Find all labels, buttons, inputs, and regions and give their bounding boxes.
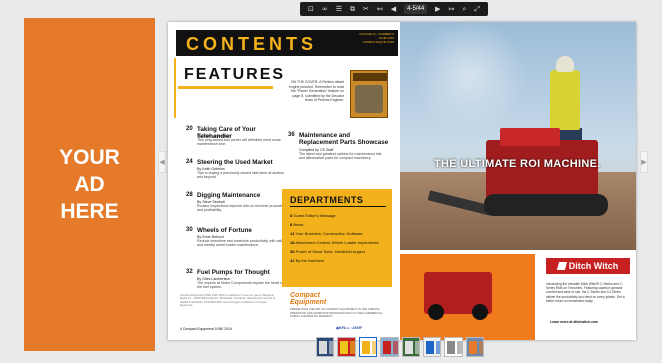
side-article-title: Maintenance and Replacement Parts Showca…	[299, 132, 389, 146]
feature-page-number: 24	[186, 159, 193, 165]
worker-hardhat	[556, 56, 574, 72]
table-of-contents-icon[interactable]: ☰	[336, 2, 342, 16]
trencher-track	[484, 194, 608, 216]
wheel-icon	[472, 304, 488, 320]
page-thumbnail[interactable]	[337, 337, 356, 357]
feature-description: Tips to buying a previously owned skid s…	[197, 171, 284, 180]
first-page-icon[interactable]: ↤	[377, 2, 383, 16]
department-item[interactable]: 42 By the Numbers	[290, 256, 390, 265]
share-link-icon[interactable]: ∞	[322, 2, 328, 16]
side-article-page: 36	[288, 132, 295, 138]
trencher-console	[500, 128, 560, 146]
page-indicator[interactable]: 4-5/44	[404, 4, 428, 14]
viewer-toolbar: ⊡ ∞ ☰ ⧉ ✂ ↤ ◀ 4-5/44 ▶ ↦ ⌕ ⤢	[300, 2, 488, 16]
feature-title: Fuel Pumps for Thought	[197, 269, 270, 276]
cover-thumbnail	[350, 70, 388, 118]
department-label: Guest Editor's Message	[293, 213, 336, 218]
feature-page-number: 30	[186, 227, 193, 233]
prev-page-arrow-icon[interactable]: ◀	[158, 151, 166, 173]
ad-watermark	[410, 22, 530, 132]
feature-page-number: 32	[186, 269, 193, 275]
cover-caption: ON THE COVER: A Perkins diesel engine pi…	[288, 80, 344, 102]
page-thumbnail[interactable]	[316, 337, 335, 357]
ditch-witch-logo: Ditch Witch	[546, 258, 630, 274]
feature-page-number: 28	[186, 192, 193, 198]
fullscreen-icon[interactable]: ⤢	[474, 2, 480, 16]
cover-art	[355, 85, 383, 113]
worker-vest	[550, 70, 580, 130]
cover-masthead	[353, 73, 387, 81]
feature-description: The experts at Motor Components explain …	[197, 281, 284, 290]
feature-title: Steering the Used Market	[197, 159, 273, 166]
single-page-icon[interactable]: ⧉	[350, 2, 355, 16]
feature-description: This long-armed tool carrier will defini…	[197, 138, 281, 147]
department-label: Attachment Central: Wheel Loader Impleme…	[295, 240, 379, 245]
next-page-arrow-icon[interactable]: ▶	[640, 151, 648, 173]
departments-rule	[290, 206, 386, 207]
brand-name: Ditch Witch	[568, 261, 619, 271]
page-thumbnail[interactable]	[380, 337, 399, 357]
page-thumbnail[interactable]	[444, 337, 463, 357]
thumbnails-icon[interactable]: ⊡	[308, 2, 314, 16]
search-icon[interactable]: ⌕	[462, 2, 466, 16]
fine-print: Compact Equipment (ISSN 1939-7283) is pu…	[180, 294, 276, 307]
department-label: By the Numbers	[295, 258, 325, 263]
feature-title: Digging Maintenance	[197, 192, 261, 199]
issue-meta: VOLUME 11 • NUMBER 6 JUNE 2016 COMPACTEQ…	[359, 32, 394, 44]
page-thumbnail[interactable]	[465, 337, 484, 357]
departments-title: DEPARTMENTS	[290, 195, 364, 205]
page-footer: 4 Compact Equipment JUNE 2016	[180, 327, 232, 331]
ad-url[interactable]: Learn more at ditchwitch.com	[550, 320, 598, 324]
features-rule	[178, 86, 273, 89]
side-article-desc: The latest and greatest options for main…	[299, 152, 382, 161]
magazine-spread: CONTENTS VOLUME 11 • NUMBER 6 JUNE 2016 …	[168, 22, 636, 340]
ad-copy: Introducing the versatile Ditch Witch® C…	[546, 282, 625, 303]
right-page-ad[interactable]: THE ULTIMATE ROI MACHINE. Ditch Witch In…	[400, 22, 636, 340]
feature-page-number: 20	[186, 126, 193, 132]
features-title: FEATURES	[184, 66, 286, 83]
department-label: Power of Hand Tools: Handheld Augers	[295, 249, 366, 254]
page-thumbnail[interactable]	[401, 337, 420, 357]
ad-slogan: THE ULTIMATE ROI MACHINE.	[434, 158, 601, 170]
departments-box: DEPARTMENTS 8 Guest Editor's Message 8 Ne…	[282, 189, 392, 287]
feature-description: Reduce downtime and maximize productivit…	[197, 239, 284, 248]
page-thumbnail[interactable]	[422, 337, 442, 357]
department-item[interactable]: 8 News	[290, 220, 390, 229]
department-label: Your Business: Construction Software	[295, 231, 363, 236]
ad-placeholder-text: YOUR AD HERE	[59, 146, 120, 223]
feature-description: Routine inspections improve ride-on tren…	[197, 204, 288, 213]
association-logos: ◉BPA ● ○AEMF	[336, 326, 363, 330]
department-item[interactable]: 18 Attachment Central: Wheel Loader Impl…	[290, 238, 390, 247]
crop-icon[interactable]: ✂	[363, 2, 369, 16]
accent-rule	[174, 58, 176, 118]
prev-icon[interactable]: ◀	[391, 2, 396, 16]
brand-mark-icon	[556, 262, 567, 270]
contents-title: CONTENTS	[186, 34, 317, 54]
ad-placeholder[interactable]: YOUR AD HERE	[24, 18, 155, 351]
wheel-icon	[428, 304, 444, 320]
department-item[interactable]: 8 Guest Editor's Message	[290, 211, 390, 220]
compact-equipment-logo: Compact Equipment	[290, 292, 327, 306]
last-page-icon[interactable]: ↦	[449, 2, 455, 16]
departments-list: 8 Guest Editor's Message 8 News 14 Your Bu…	[290, 211, 390, 265]
department-label: News	[293, 222, 304, 227]
page-thumbnail[interactable]	[358, 337, 378, 357]
department-item[interactable]: 38 Power of Hand Tools: Handheld Augers	[290, 247, 390, 256]
thumbnail-strip	[316, 337, 484, 357]
department-item[interactable]: 14 Your Business: Construction Software	[290, 229, 390, 238]
feature-title: Wheels of Fortune	[197, 227, 252, 234]
logo-tagline: PRESENTING THE ART OF COMPACT EQUIPMENT …	[290, 307, 384, 318]
next-icon[interactable]: ▶	[435, 2, 440, 16]
left-page[interactable]: CONTENTS VOLUME 11 • NUMBER 6 JUNE 2016 …	[168, 22, 400, 340]
